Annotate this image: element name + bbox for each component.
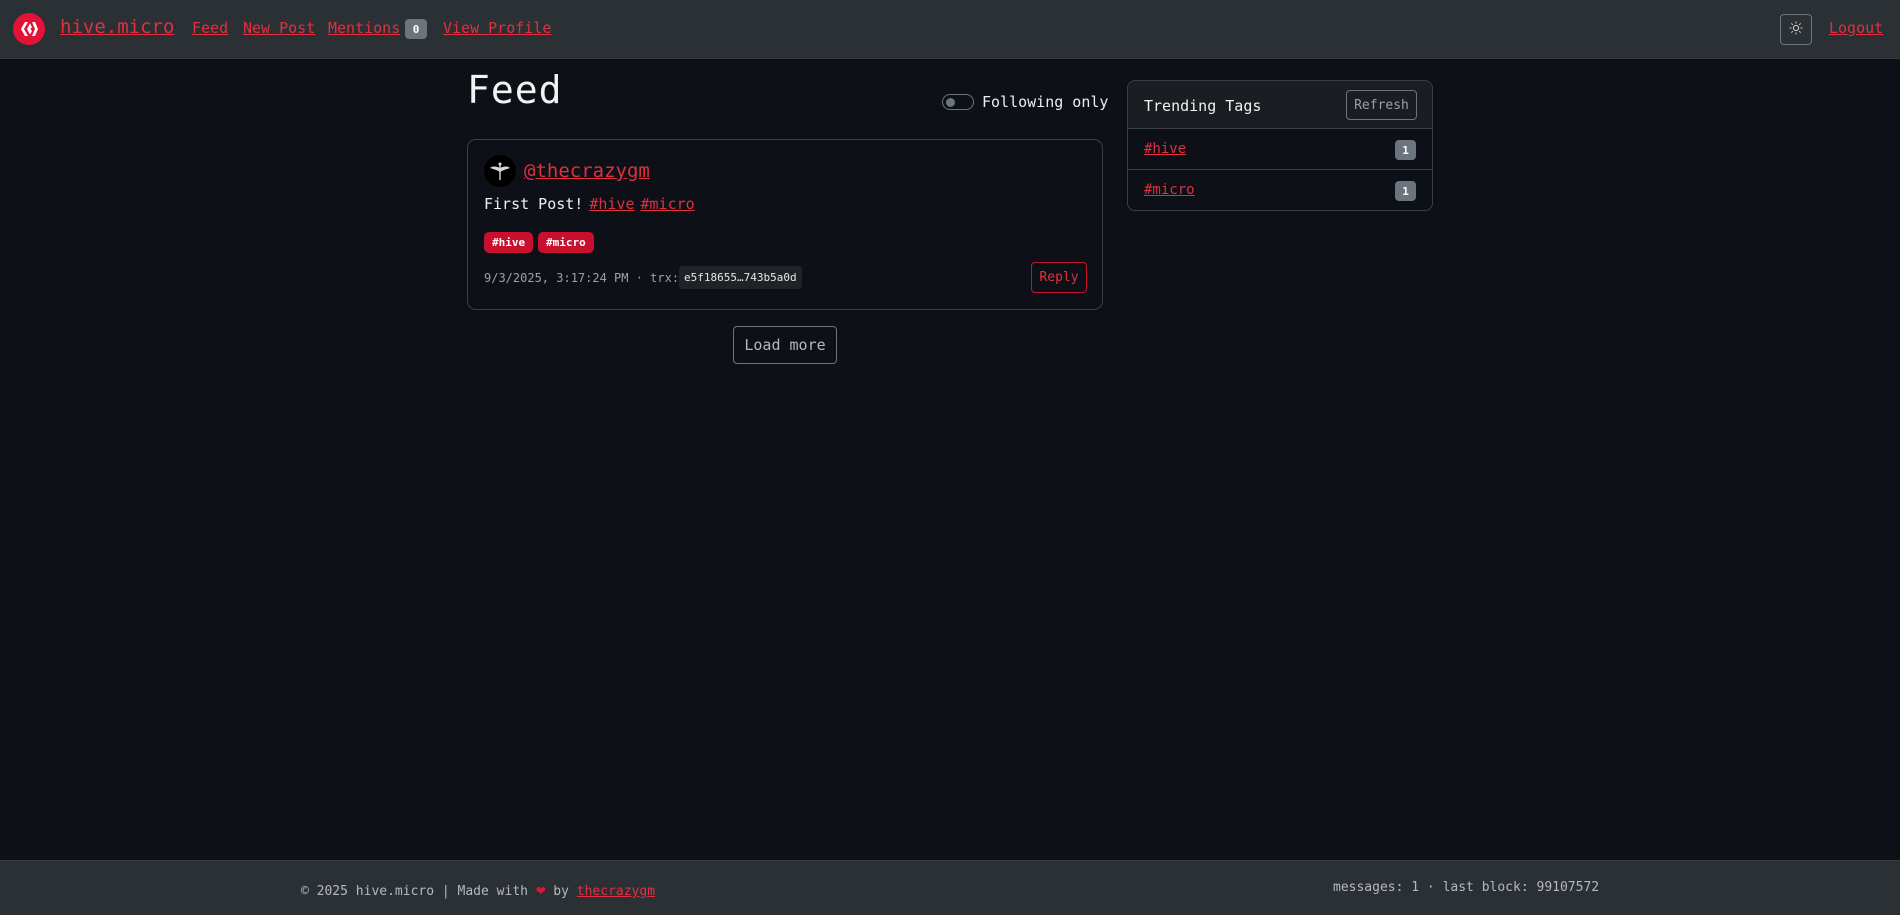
nav-view-profile-link[interactable]: View Profile — [443, 19, 551, 37]
trending-tag-count: 1 — [1395, 181, 1416, 201]
theme-toggle-button[interactable] — [1780, 14, 1812, 45]
avatar[interactable] — [484, 155, 516, 187]
post-body-hashtag-micro[interactable]: #micro — [641, 195, 695, 213]
trx-label: · trx: — [635, 271, 680, 285]
footer-copyright: © 2025 hive.micro | Made with — [301, 884, 528, 899]
reply-button[interactable]: Reply — [1031, 262, 1087, 293]
load-more-button[interactable]: Load more — [733, 326, 837, 364]
mentions-count-badge: 0 — [405, 19, 427, 39]
nav-new-post-link[interactable]: New Post — [243, 19, 315, 37]
trending-tags-header: Trending Tags Refresh — [1128, 81, 1432, 129]
footer: © 2025 hive.micro | Made with ❤ by thecr… — [0, 860, 1900, 915]
brand-link[interactable]: hive.micro — [60, 16, 174, 38]
trending-tags-card: Trending Tags Refresh #hive 1 #micro 1 — [1127, 80, 1433, 211]
post-timestamp: 9/3/2025, 3:17:24 PM — [484, 271, 629, 285]
nav-feed-link[interactable]: Feed — [192, 19, 228, 37]
post-tag-pill-hive[interactable]: #hive — [484, 232, 534, 253]
footer-credits: © 2025 hive.micro | Made with ❤ by thecr… — [301, 880, 655, 899]
post-card: @thecrazygm First Post! #hive #micro #hive… — [467, 139, 1103, 310]
sun-icon — [1789, 21, 1803, 39]
post-meta: 9/3/2025, 3:17:24 PM · trx: — [484, 271, 679, 285]
hive-logo-icon[interactable] — [13, 13, 45, 45]
post-tag-pill-micro[interactable]: #micro — [538, 232, 594, 253]
refresh-button[interactable]: Refresh — [1346, 90, 1417, 120]
nav-mentions-link[interactable]: Mentions — [328, 19, 400, 37]
footer-stats: messages: 1 · last block: 99107572 — [1333, 880, 1600, 895]
toggle-knob — [946, 98, 955, 107]
following-only-toggle[interactable] — [942, 94, 974, 110]
footer-by: by — [553, 884, 569, 899]
post-author-link[interactable]: @thecrazygm — [524, 160, 650, 182]
trx-id: e5f18655…743b5a0d — [679, 266, 802, 289]
trending-tag-link[interactable]: #hive — [1144, 141, 1186, 157]
footer-author-link[interactable]: thecrazygm — [577, 884, 655, 899]
post-body-hashtag-hive[interactable]: #hive — [589, 195, 634, 213]
heart-icon: ❤ — [535, 880, 546, 899]
trending-tag-link[interactable]: #micro — [1144, 182, 1195, 198]
trending-tags-title: Trending Tags — [1144, 97, 1262, 115]
trending-tag-row: #hive 1 — [1128, 129, 1432, 170]
logout-link[interactable]: Logout — [1829, 19, 1883, 37]
page-title: Feed — [467, 68, 563, 112]
post-body-text: First Post! — [484, 195, 584, 213]
trending-tag-row: #micro 1 — [1128, 170, 1432, 210]
following-only-label: Following only — [982, 93, 1109, 111]
trending-tag-count: 1 — [1395, 140, 1416, 160]
post-body: First Post! #hive #micro — [484, 195, 695, 213]
navbar: hive.micro Feed New Post Mentions 0 View… — [0, 0, 1900, 59]
